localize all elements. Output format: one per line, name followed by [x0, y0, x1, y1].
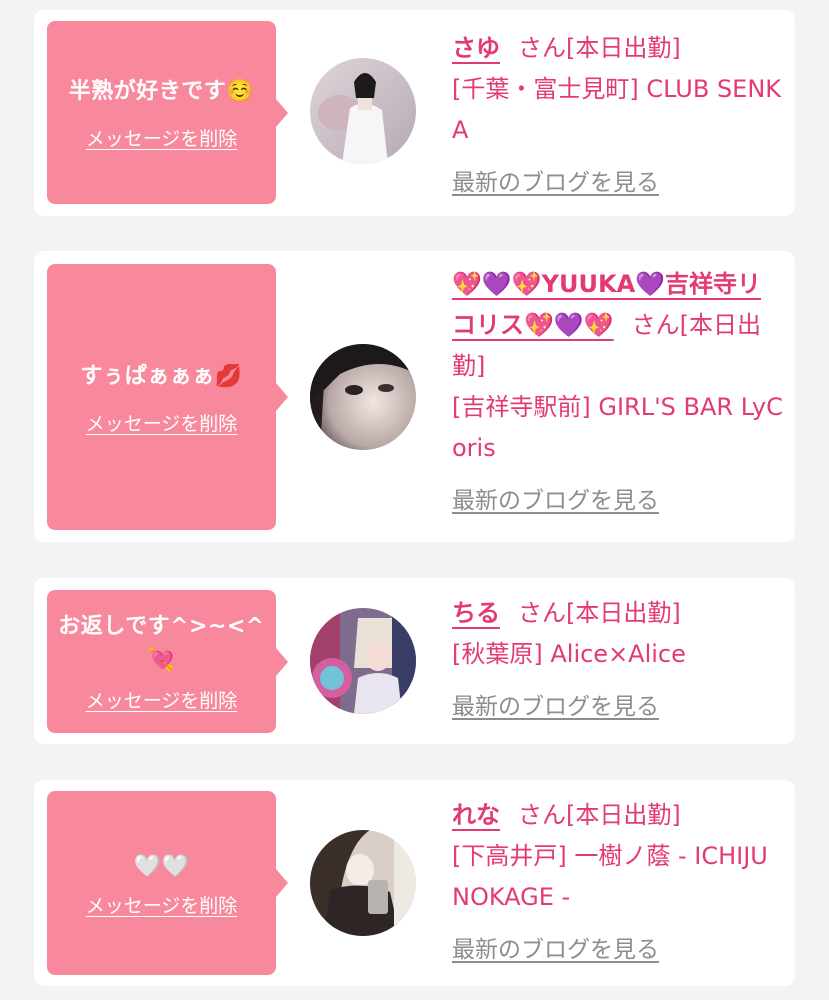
cast-name-link[interactable]: ちる: [452, 599, 500, 627]
latest-blog-link[interactable]: 最新のブログを見る: [452, 930, 659, 964]
avatar[interactable]: [310, 830, 416, 936]
message-text: 半熟が好きです☺️: [68, 79, 255, 104]
message-text: お返しです^>~<^💘: [58, 614, 265, 673]
cast-name-link[interactable]: れな: [452, 801, 500, 829]
message-card: お返しです^>~<^💘 メッセージを削除 ちる さん[本日出勤] [秋葉原] Al…: [34, 578, 795, 744]
avatar[interactable]: [310, 344, 416, 450]
profile-photo-icon: [310, 344, 416, 450]
cast-status: さん[本日出勤]: [518, 599, 681, 627]
message-bubble: すぅぱぁぁぁ💋 メッセージを削除: [47, 264, 288, 530]
latest-blog-link[interactable]: 最新のブログを見る: [452, 481, 659, 515]
delete-message-link[interactable]: メッセージを削除: [86, 686, 238, 713]
message-bubble: 半熟が好きです☺️ メッセージを削除: [47, 21, 288, 204]
shop-info: [秋葉原] Alice×Alice: [452, 640, 686, 668]
shop-info: [下高井戸] 一樹ノ蔭 - ICHIJUNOKAGE -: [452, 842, 768, 911]
message-list: 半熟が好きです☺️ メッセージを削除 さゆ さん[本日出勤] [千葉・富士見町] …: [0, 0, 829, 1000]
profile-photo-icon: [310, 58, 416, 164]
avatar[interactable]: [310, 58, 416, 164]
message-card: 🤍🤍 メッセージを削除 れな さん[本日出勤] [下高井戸] 一樹ノ蔭 - ICH…: [34, 780, 795, 986]
delete-message-link[interactable]: メッセージを削除: [86, 409, 238, 436]
message-bubble: 🤍🤍 メッセージを削除: [47, 791, 288, 975]
shop-info: [吉祥寺駅前] GIRL'S BAR LyCoris: [452, 393, 783, 462]
profile-photo-icon: [310, 830, 416, 936]
message-card: すぅぱぁぁぁ💋 メッセージを削除 💖💜💖YUUKA💜吉祥寺リコリス💖💜💖 さん[本…: [34, 251, 795, 542]
delete-message-link[interactable]: メッセージを削除: [86, 124, 238, 151]
cast-status: さん[本日出勤]: [518, 801, 681, 829]
message-card: 半熟が好きです☺️ メッセージを削除 さゆ さん[本日出勤] [千葉・富士見町] …: [34, 10, 795, 216]
delete-message-link[interactable]: メッセージを削除: [86, 891, 238, 918]
shop-info: [千葉・富士見町] CLUB SENKA: [452, 75, 782, 144]
cast-status: さん[本日出勤]: [518, 34, 681, 62]
message-text: すぅぱぁぁぁ💋: [80, 363, 243, 389]
message-text: 🤍🤍: [133, 853, 190, 879]
profile-photo-icon: [310, 608, 416, 714]
cast-name-link[interactable]: さゆ: [452, 34, 500, 62]
latest-blog-link[interactable]: 最新のブログを見る: [452, 687, 659, 721]
latest-blog-link[interactable]: 最新のブログを見る: [452, 163, 659, 197]
message-bubble: お返しです^>~<^💘 メッセージを削除: [47, 590, 288, 733]
avatar[interactable]: [310, 608, 416, 714]
